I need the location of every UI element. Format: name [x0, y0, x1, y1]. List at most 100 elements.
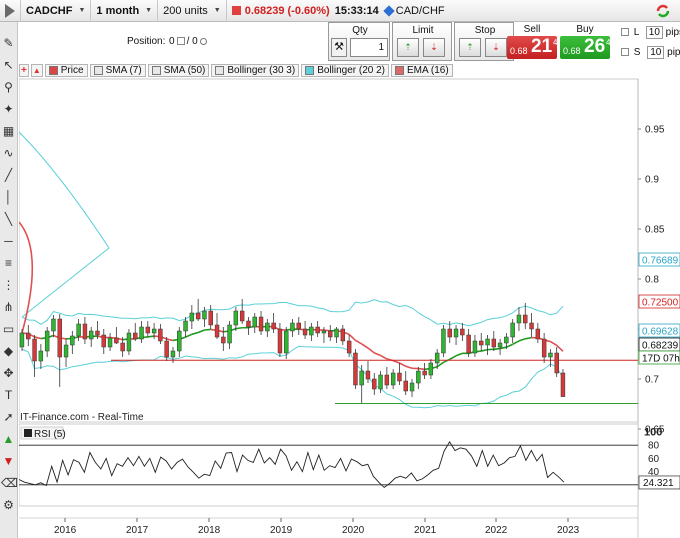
candle-body[interactable]: [296, 322, 301, 330]
candle-body[interactable]: [145, 326, 151, 334]
candle-body[interactable]: [126, 332, 132, 352]
candle-body[interactable]: [277, 328, 283, 354]
candle-body[interactable]: [309, 326, 314, 336]
sell-arrow-icon[interactable]: ▼: [1, 454, 16, 469]
candle-body[interactable]: [359, 370, 364, 386]
candle-body[interactable]: [158, 328, 163, 342]
candle-body[interactable]: [170, 350, 176, 358]
candle-body[interactable]: [44, 330, 50, 352]
candle-body[interactable]: [302, 328, 308, 336]
refresh-icon[interactable]: [654, 2, 672, 20]
candle-body[interactable]: [346, 340, 352, 354]
candle-body[interactable]: [460, 328, 465, 336]
candle-body[interactable]: [239, 310, 245, 322]
candle-body[interactable]: [403, 380, 408, 392]
candle-body[interactable]: [409, 382, 415, 392]
candle-body[interactable]: [447, 328, 452, 338]
candle-body[interactable]: [554, 352, 559, 374]
candle-body[interactable]: [233, 310, 239, 326]
candle-body[interactable]: [265, 322, 270, 332]
wave-icon[interactable]: ∿: [1, 146, 16, 161]
candle-body[interactable]: [51, 318, 56, 332]
candle-body[interactable]: [529, 322, 534, 330]
candle-body[interactable]: [133, 332, 138, 340]
ray-icon[interactable]: ╲: [1, 212, 16, 227]
trend-line-icon[interactable]: ╱: [1, 168, 16, 183]
candle-body[interactable]: [491, 338, 497, 348]
candle-body[interactable]: [120, 342, 125, 352]
candle-body[interactable]: [95, 330, 100, 336]
shapes-icon[interactable]: ◆: [1, 344, 16, 359]
ruler-icon[interactable]: ▦: [1, 124, 16, 139]
candle-body[interactable]: [258, 316, 264, 332]
candle-body[interactable]: [284, 330, 289, 354]
candle-body[interactable]: [183, 320, 188, 332]
candle-body[interactable]: [390, 372, 396, 386]
candle-body[interactable]: [428, 362, 434, 376]
candle-body[interactable]: [290, 322, 295, 332]
candle-body[interactable]: [246, 320, 251, 328]
candle-body[interactable]: [195, 312, 201, 320]
candle-body[interactable]: [372, 378, 377, 390]
buy-arrow-icon[interactable]: ▲: [1, 432, 16, 447]
candle-body[interactable]: [340, 328, 346, 342]
size-selector[interactable]: 200 units ▼: [158, 0, 227, 22]
candle-body[interactable]: [422, 370, 427, 376]
candle-body[interactable]: [19, 332, 25, 348]
candle-body[interactable]: [139, 326, 144, 340]
candle-body[interactable]: [434, 352, 440, 364]
arrow-icon[interactable]: ➚: [1, 410, 16, 425]
candle-body[interactable]: [497, 342, 503, 348]
candle-body[interactable]: [221, 336, 226, 344]
candle-body[interactable]: [164, 340, 169, 358]
rectangle-icon[interactable]: ▭: [1, 322, 16, 337]
candle-body[interactable]: [38, 350, 44, 362]
candle-body[interactable]: [101, 334, 106, 348]
candle-body[interactable]: [328, 330, 333, 338]
candle-body[interactable]: [315, 326, 320, 334]
candle-body[interactable]: [504, 336, 509, 344]
candle-body[interactable]: [479, 340, 484, 346]
candle-body[interactable]: [321, 330, 327, 334]
candle-body[interactable]: [208, 310, 213, 326]
hline-icon[interactable]: ─: [1, 234, 16, 249]
candle-body[interactable]: [151, 328, 157, 334]
instrument-selector[interactable]: CADCHF ▼: [21, 0, 92, 22]
candle-body[interactable]: [32, 338, 37, 362]
candle-body[interactable]: [271, 322, 276, 330]
candle-body[interactable]: [88, 330, 94, 340]
candle-body[interactable]: [516, 314, 522, 324]
move-icon[interactable]: ✥: [1, 366, 16, 381]
candle-body[interactable]: [453, 328, 459, 338]
zoom-icon[interactable]: ⚲: [1, 80, 16, 95]
candle-body[interactable]: [353, 352, 358, 386]
candle-body[interactable]: [472, 340, 478, 354]
pointer-icon[interactable]: ↖: [1, 58, 16, 73]
candle-body[interactable]: [214, 324, 220, 338]
pencil-icon[interactable]: ✎: [1, 36, 16, 51]
candle-body[interactable]: [26, 332, 31, 340]
candle-body[interactable]: [548, 352, 553, 358]
candle-body[interactable]: [378, 374, 383, 390]
candle-body[interactable]: [107, 337, 113, 348]
fibonacci-icon[interactable]: ⋮: [1, 278, 16, 293]
candle-body[interactable]: [76, 323, 81, 337]
candle-body[interactable]: [466, 334, 471, 354]
candle-body[interactable]: [63, 344, 69, 358]
channel-icon[interactable]: ≡: [1, 256, 16, 271]
candle-body[interactable]: [202, 310, 207, 320]
candle-body[interactable]: [114, 337, 119, 344]
candle-body[interactable]: [70, 335, 75, 346]
candle-body[interactable]: [535, 328, 541, 340]
candle-body[interactable]: [177, 330, 182, 352]
price-chart[interactable]: 0.950.90.850.80.750.70.650.766890.725000…: [19, 22, 680, 538]
candle-body[interactable]: [416, 370, 421, 384]
candle-body[interactable]: [189, 312, 195, 322]
candle-body[interactable]: [252, 316, 257, 328]
eraser-icon[interactable]: ⌫: [1, 476, 18, 491]
candle-body[interactable]: [510, 322, 515, 338]
app-logo-cell[interactable]: [0, 0, 21, 22]
candle-body[interactable]: [397, 372, 402, 382]
candle-body[interactable]: [384, 374, 390, 386]
candle-body[interactable]: [441, 328, 446, 354]
